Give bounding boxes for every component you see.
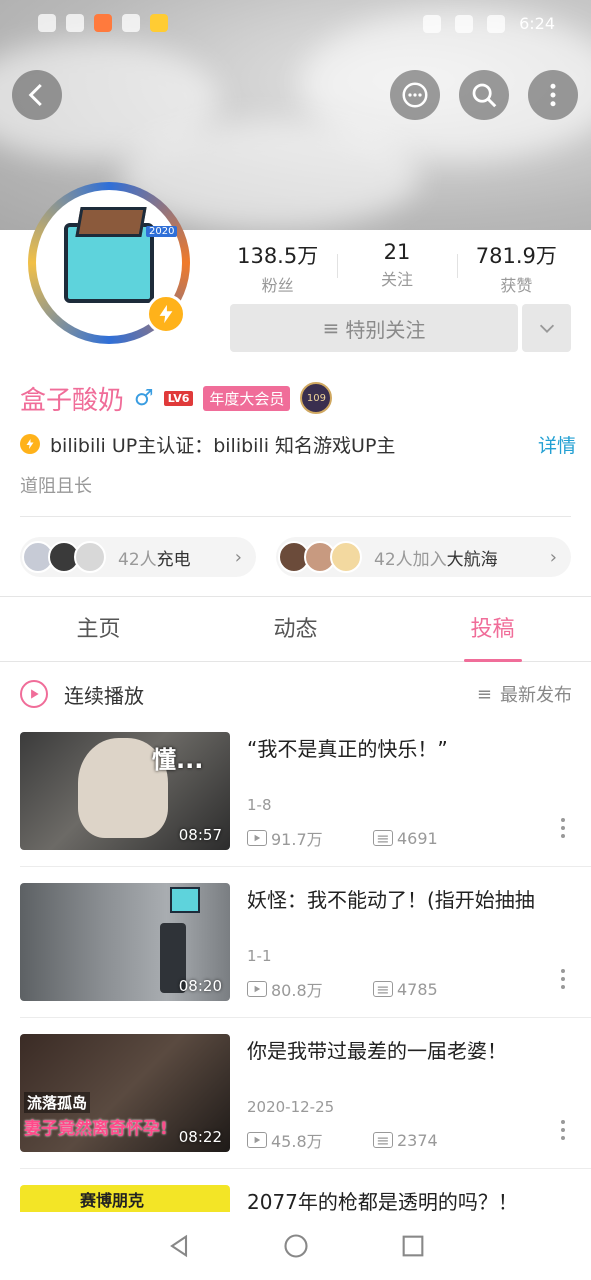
- video-thumbnail[interactable]: 流落孤岛 妻子竟然离奇怀孕! 08:22: [20, 1034, 230, 1152]
- continuous-play-row: 连续播放 ≡ 最新发布: [20, 676, 572, 712]
- search-button[interactable]: [459, 70, 509, 120]
- video-date: 2020-12-25: [247, 1098, 335, 1116]
- video-duration: 08:57: [178, 826, 222, 844]
- play-count-icon: [247, 830, 267, 846]
- recents-square-icon[interactable]: [399, 1232, 427, 1260]
- danmaku-count: 4785: [397, 979, 438, 999]
- voyage-button[interactable]: 42人加入大航海 ›: [276, 537, 571, 577]
- video-item[interactable]: 赛博朋克 2077年的枪都是透明的吗？！: [20, 1185, 575, 1212]
- status-bar: 6:24: [0, 0, 591, 48]
- detail-link[interactable]: 详情: [538, 431, 576, 458]
- tab-uploads[interactable]: 投稿: [394, 598, 591, 662]
- level-badge: LV6: [163, 390, 194, 406]
- chevron-left-icon: [28, 83, 42, 107]
- home-circle-icon[interactable]: [282, 1232, 310, 1260]
- signature: 道阻且长: [20, 476, 92, 497]
- divider: [20, 866, 591, 867]
- video-title: 妖怪：我不能动了！(指开始抽抽: [247, 888, 535, 912]
- danmaku-icon: ≡: [373, 829, 393, 848]
- avatar[interactable]: 2020: [28, 182, 190, 344]
- danmaku-count: 2374: [397, 1130, 438, 1150]
- video-item[interactable]: 08:20 妖怪：我不能动了！(指开始抽抽 1-1 80.8万 ≡ 4785: [20, 883, 575, 1001]
- charge-button[interactable]: 42人充电 ›: [20, 537, 256, 577]
- eye-icon: [423, 14, 442, 33]
- chevron-down-icon: [539, 324, 554, 333]
- certification-text: bilibili UP主认证：bilibili 知名游戏UP主: [50, 434, 396, 457]
- medal-badge[interactable]: 109: [300, 382, 333, 414]
- video-subtitle: 1-8: [247, 796, 272, 814]
- back-button[interactable]: [12, 70, 62, 120]
- divider: [20, 516, 571, 517]
- app-notification-icon: [94, 14, 112, 32]
- video-duration: 08:20: [178, 977, 222, 995]
- username: 盒子酸奶: [20, 385, 125, 416]
- avatar-box-image: [64, 223, 154, 303]
- play-icon[interactable]: [20, 680, 48, 708]
- continuous-play-label[interactable]: 连续播放: [64, 680, 477, 709]
- wifi-icon: [66, 14, 84, 32]
- mail-icon: [150, 14, 168, 32]
- view-count: 91.7万: [271, 830, 323, 849]
- sort-button[interactable]: ≡ 最新发布: [477, 681, 572, 707]
- stat-following[interactable]: 21 关注: [337, 240, 456, 300]
- video-thumbnail[interactable]: 赛博朋克: [20, 1185, 230, 1212]
- danmaku-icon: ≡: [373, 980, 393, 999]
- stat-fans[interactable]: 138.5万 粉丝: [218, 240, 337, 300]
- stat-likes[interactable]: 781.9万 获赞: [456, 240, 576, 300]
- divider: [20, 1168, 591, 1169]
- more-options-icon[interactable]: [561, 1120, 565, 1140]
- tab-dynamic[interactable]: 动态: [197, 598, 394, 661]
- more-options-icon[interactable]: [561, 818, 565, 838]
- divider: [0, 596, 591, 597]
- search-icon: [472, 83, 497, 108]
- special-follow-button[interactable]: ≡ 特别关注: [230, 304, 518, 352]
- sim-icon: [38, 14, 56, 32]
- stats-row: 138.5万 粉丝 21 关注 781.9万 获赞: [218, 240, 576, 300]
- chevron-right-icon: ›: [234, 546, 242, 568]
- certification-row: bilibili UP主认证：bilibili 知名游戏UP主 详情: [20, 430, 576, 458]
- charger-avatar: [74, 541, 106, 573]
- view-count: 80.8万: [271, 981, 323, 1000]
- more-button[interactable]: [528, 70, 578, 120]
- video-title: 2077年的枪都是透明的吗？！: [247, 1190, 518, 1212]
- video-title: 你是我带过最差的一届老婆！: [247, 1039, 507, 1063]
- clock: 6:24: [519, 14, 555, 33]
- more-options-icon[interactable]: [561, 969, 565, 989]
- video-subtitle: 1-1: [247, 947, 272, 965]
- follow-options-button[interactable]: [522, 304, 571, 352]
- video-thumbnail[interactable]: 08:20: [20, 883, 230, 1001]
- tab-bar: 主页 动态 投稿: [0, 598, 591, 662]
- back-triangle-icon[interactable]: [165, 1232, 193, 1260]
- danmaku-count: 4691: [397, 828, 438, 848]
- play-count-icon: [247, 981, 267, 997]
- divider: [20, 1017, 591, 1018]
- menu-icon: ≡: [322, 316, 340, 340]
- danmaku-icon: ≡: [373, 1131, 393, 1150]
- name-row: 盒子酸奶 ♂ LV6 年度大会员 109: [20, 378, 333, 418]
- view-count: 45.8万: [271, 1132, 323, 1151]
- lightning-icon: [20, 434, 40, 454]
- tab-home[interactable]: 主页: [0, 598, 197, 661]
- more-vertical-icon: [550, 83, 556, 107]
- video-item[interactable]: 懂... 08:57 “我不是真正的快乐！” 1-8 91.7万 ≡ 4691: [20, 732, 575, 850]
- play-count-icon: [247, 1132, 267, 1148]
- male-icon: ♂: [134, 385, 154, 411]
- video-thumbnail[interactable]: 懂... 08:57: [20, 732, 230, 850]
- heart-icon: [122, 14, 140, 32]
- system-navigation-bar: [0, 1212, 591, 1280]
- video-duration: 08:22: [178, 1128, 222, 1146]
- chevron-right-icon: ›: [549, 546, 557, 568]
- vip-badge[interactable]: 年度大会员: [203, 385, 291, 411]
- lightning-icon: [146, 294, 186, 334]
- message-button[interactable]: [390, 70, 440, 120]
- battery-icon: [487, 14, 506, 33]
- avatar-year-badge: 2020: [146, 226, 178, 237]
- chat-icon: [402, 82, 428, 108]
- video-item[interactable]: 流落孤岛 妻子竟然离奇怀孕! 08:22 你是我带过最差的一届老婆！ 2020-…: [20, 1034, 575, 1152]
- list-icon: ≡: [476, 683, 492, 705]
- mute-icon: [455, 14, 474, 33]
- crew-avatar: [330, 541, 362, 573]
- video-title: “我不是真正的快乐！”: [247, 737, 448, 761]
